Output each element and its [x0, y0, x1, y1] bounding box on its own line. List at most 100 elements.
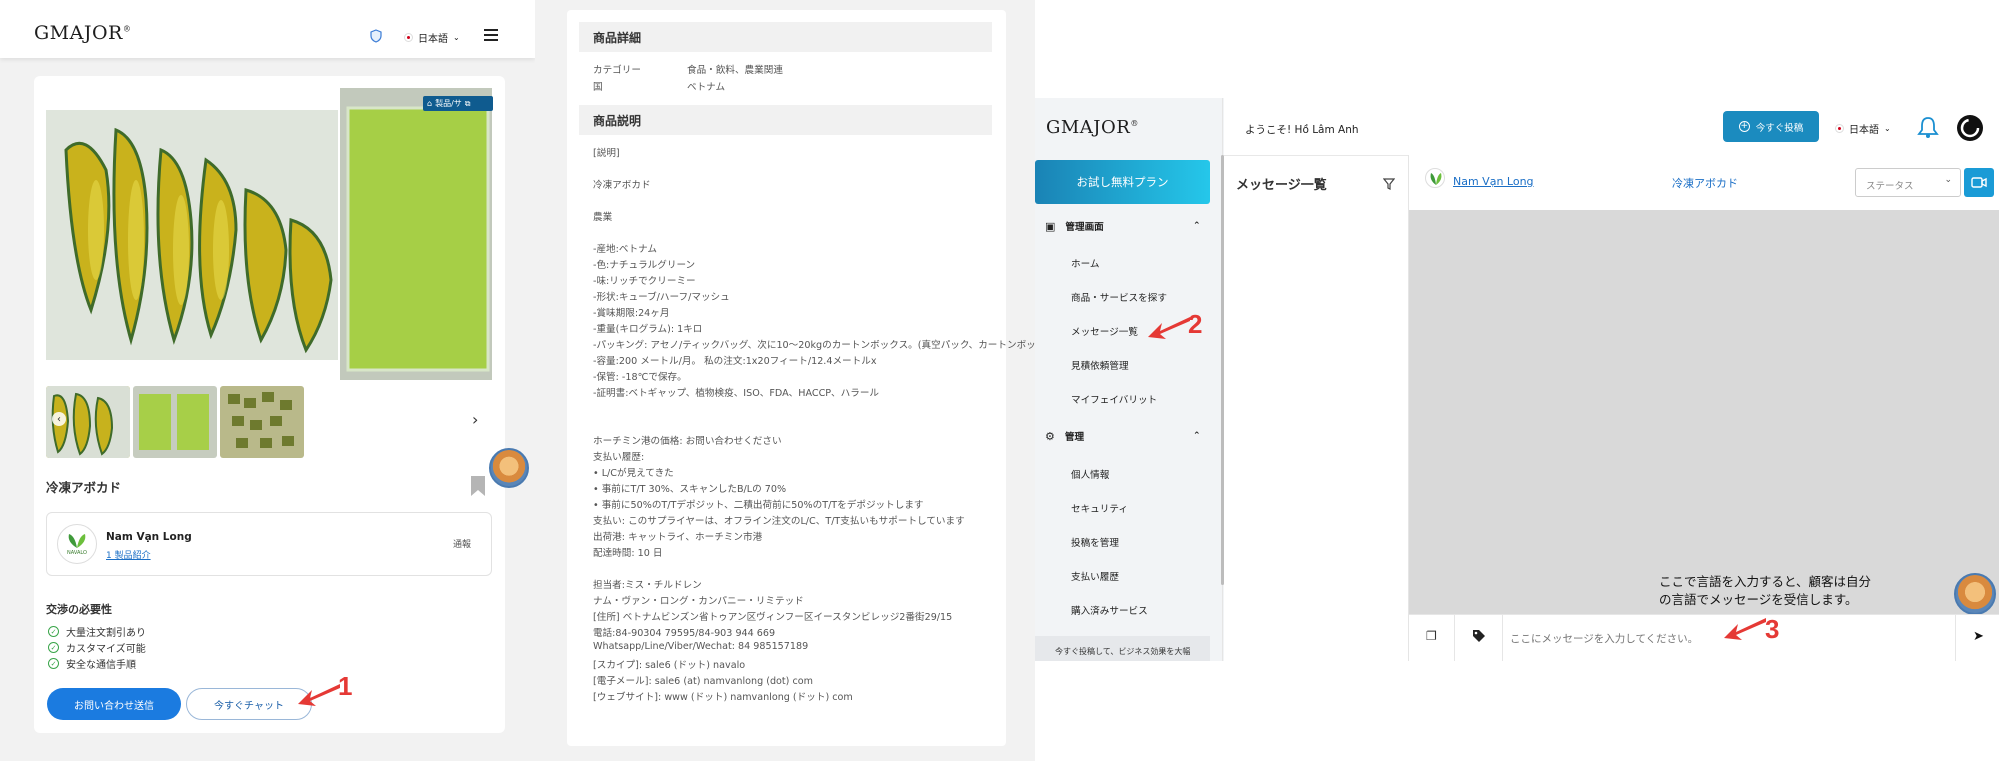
- sidebar-item-security[interactable]: セキュリティ: [1071, 501, 1128, 515]
- negotiation-item: ✓ カスタマイズ可能: [48, 640, 146, 655]
- thumbnail-3[interactable]: [220, 386, 304, 458]
- description-line: ナム・ヴァン・ロング・カンパニー・リミテッド: [593, 596, 804, 607]
- description-line: 支払い履歴:: [593, 452, 645, 463]
- template-icon[interactable]: ❐: [1426, 629, 1437, 643]
- chevron-up-icon: ⌃: [1193, 221, 1201, 231]
- language-selector[interactable]: 日本語 ⌄: [1835, 121, 1891, 136]
- sidebar-scrollbar[interactable]: [1221, 155, 1224, 585]
- promo-banner[interactable]: 今すぐ投稿して、ビジネス効果を大幅: [1035, 636, 1210, 661]
- step-number-2: 2: [1188, 309, 1203, 339]
- external-link-icon[interactable]: ⧉: [465, 99, 471, 109]
- chat-product-link[interactable]: 冷凍アボカド: [1672, 175, 1738, 191]
- sidebar-item-messages[interactable]: メッセージ一覧: [1071, 324, 1138, 338]
- hamburger-menu-icon[interactable]: [484, 29, 498, 41]
- gmajor-logo[interactable]: GMAJOR®: [1046, 117, 1139, 138]
- description-line: -味:リッチでクリーミー: [593, 276, 696, 287]
- description-line: -形状:キューブ/ハーフ/マッシュ: [593, 292, 730, 303]
- shield-icon[interactable]: [369, 28, 383, 43]
- sidebar-item-find-products[interactable]: 商品・サービスを探す: [1071, 290, 1167, 304]
- bookmark-icon[interactable]: [471, 476, 485, 496]
- description-line: -産地:ベトナム: [593, 244, 657, 255]
- description-line: 配達時間: 10 日: [593, 548, 663, 559]
- store-icon: ⌂: [427, 99, 433, 108]
- translate-hint: ここで言語を入力すると、顧客は自分 の言語でメッセージを受信します。: [1659, 574, 1872, 607]
- trial-plan-button[interactable]: お試し無料プラン: [1035, 160, 1210, 204]
- messages-title: メッセージ一覧: [1236, 178, 1327, 193]
- sidebar-item-purchased-services[interactable]: 購入済みサービス: [1071, 603, 1148, 617]
- description-line: -色:ナチュラルグリーン: [593, 260, 696, 271]
- dashboard-icon: ▣: [1045, 219, 1056, 233]
- description-line: [電子メール]: sale6 (at) namvanlong (dot) com: [593, 676, 813, 687]
- chevron-left-icon[interactable]: ‹: [52, 412, 66, 426]
- product-title: 冷凍アボカド: [46, 480, 122, 495]
- report-link[interactable]: 通報: [453, 537, 471, 550]
- supplier-card[interactable]: NAVALO Nam Vạn Long 1 製品紹介 通報: [46, 512, 492, 576]
- description-line: [ウェブサイト]: www (ドット) namvanlong (ドット) com: [593, 692, 853, 703]
- status-select[interactable]: ステータス ⌄: [1855, 168, 1961, 197]
- filter-icon[interactable]: [1382, 175, 1396, 190]
- description-line: -パッキング: アセノ/ティックバッグ、次に10〜20kgのカートンボックス。(…: [593, 340, 1059, 351]
- contact-name[interactable]: Nam Vạn Long: [1453, 175, 1534, 188]
- negotiation-item: ✓ 安全な通信手順: [48, 656, 136, 671]
- chevron-down-icon: ⌄: [1884, 124, 1891, 133]
- user-avatar[interactable]: [1957, 115, 1983, 141]
- product-main-image[interactable]: [46, 110, 338, 360]
- product-secondary-image[interactable]: [340, 88, 492, 380]
- bell-icon[interactable]: [1917, 115, 1939, 139]
- description-line: -重量(キログラム): 1キロ: [593, 324, 703, 335]
- plus-circle-icon: +: [1738, 121, 1750, 132]
- menu-group-management[interactable]: ⚙ 管理 ⌃: [1045, 429, 1201, 444]
- chat-messages-area: [1409, 210, 1999, 614]
- video-call-button[interactable]: [1964, 168, 1994, 197]
- category-label: カテゴリー: [593, 65, 641, 76]
- supplier-name[interactable]: Nam Vạn Long: [106, 531, 192, 543]
- thumbnail-2[interactable]: [133, 386, 217, 458]
- sidebar-item-payment-history[interactable]: 支払い履歴: [1071, 569, 1119, 583]
- description-line: 支払い: このサプライヤーは、オフライン注文のL/C、T/T支払いもサポートして…: [593, 516, 965, 527]
- divider: [1502, 614, 1503, 661]
- check-circle-icon: ✓: [48, 642, 59, 653]
- supplier-intro-link[interactable]: 1 製品紹介: [106, 548, 151, 561]
- description-line: [スカイプ]: sale6 (ドット) navalo: [593, 660, 746, 671]
- sidebar-item-personal-info[interactable]: 個人情報: [1071, 467, 1109, 481]
- details-section-header: 商品詳細: [579, 22, 992, 52]
- sidebar-item-manage-posts[interactable]: 投稿を管理: [1071, 535, 1119, 549]
- divider: [1955, 614, 1956, 661]
- gear-icon: ⚙: [1045, 429, 1055, 443]
- send-icon[interactable]: ➤: [1973, 629, 1984, 644]
- menu-group-dashboard[interactable]: ▣ 管理画面 ⌃: [1045, 219, 1201, 234]
- check-circle-icon: ✓: [48, 626, 59, 637]
- contact-avatar: [1425, 168, 1445, 188]
- chevron-down-icon: ⌄: [1944, 175, 1952, 185]
- sidebar-item-favorites[interactable]: マイフェイバリット: [1071, 392, 1157, 406]
- step-number-1: 1: [338, 671, 353, 701]
- japan-flag-icon: [404, 33, 413, 42]
- post-now-button[interactable]: + 今すぐ投稿: [1723, 111, 1819, 142]
- description-line: ホーチミン港の価格: お問い合わせください: [593, 436, 782, 447]
- language-label: 日本語: [418, 34, 448, 45]
- red-arrow-icon: [298, 684, 340, 706]
- send-inquiry-button[interactable]: お問い合わせ送信: [47, 688, 181, 720]
- sidebar-item-home[interactable]: ホーム: [1071, 256, 1100, 270]
- description-line: [住所] ベトナムビンズン省トゥアン区ヴィンフー区イースタンビレッジ2番街29/…: [593, 612, 953, 623]
- description-line: Whatsapp/Line/Viber/Wechat: 84 985157189: [593, 641, 809, 652]
- divider: [1224, 155, 1408, 156]
- sidebar-item-quotations[interactable]: 見積依頼管理: [1071, 358, 1129, 372]
- chevron-right-icon[interactable]: ›: [472, 410, 478, 429]
- gmajor-logo[interactable]: GMAJOR®: [34, 22, 131, 44]
- chevron-down-icon: ⌄: [453, 33, 460, 42]
- tag-icon[interactable]: [1472, 629, 1486, 646]
- language-selector[interactable]: 日本語 ⌄: [404, 30, 460, 45]
- check-circle-icon: ✓: [48, 658, 59, 669]
- description-line: 担当者:ミス・チルドレン: [593, 580, 702, 591]
- supplier-logo: NAVALO: [57, 524, 97, 564]
- chat-now-button[interactable]: 今すぐチャット: [186, 688, 312, 720]
- description-line: -証明書:ベトギャップ、植物検疫、ISO、FDA、HACCP、ハラール: [593, 388, 880, 399]
- description-line: 出荷港: キャットライ、ホーチミン市港: [593, 532, 763, 543]
- chat-assistant-avatar[interactable]: [1954, 573, 1996, 615]
- description-line: -保管: -18℃で保存。: [593, 372, 687, 383]
- description-line: -容量:200 メートル/月。 私の注文:1x20フィート/12.4メートルx: [593, 356, 877, 367]
- chat-assistant-avatar[interactable]: [489, 448, 529, 488]
- category-value: 食品・飲料、農業関連: [687, 65, 783, 76]
- country-value: ベトナム: [687, 82, 726, 93]
